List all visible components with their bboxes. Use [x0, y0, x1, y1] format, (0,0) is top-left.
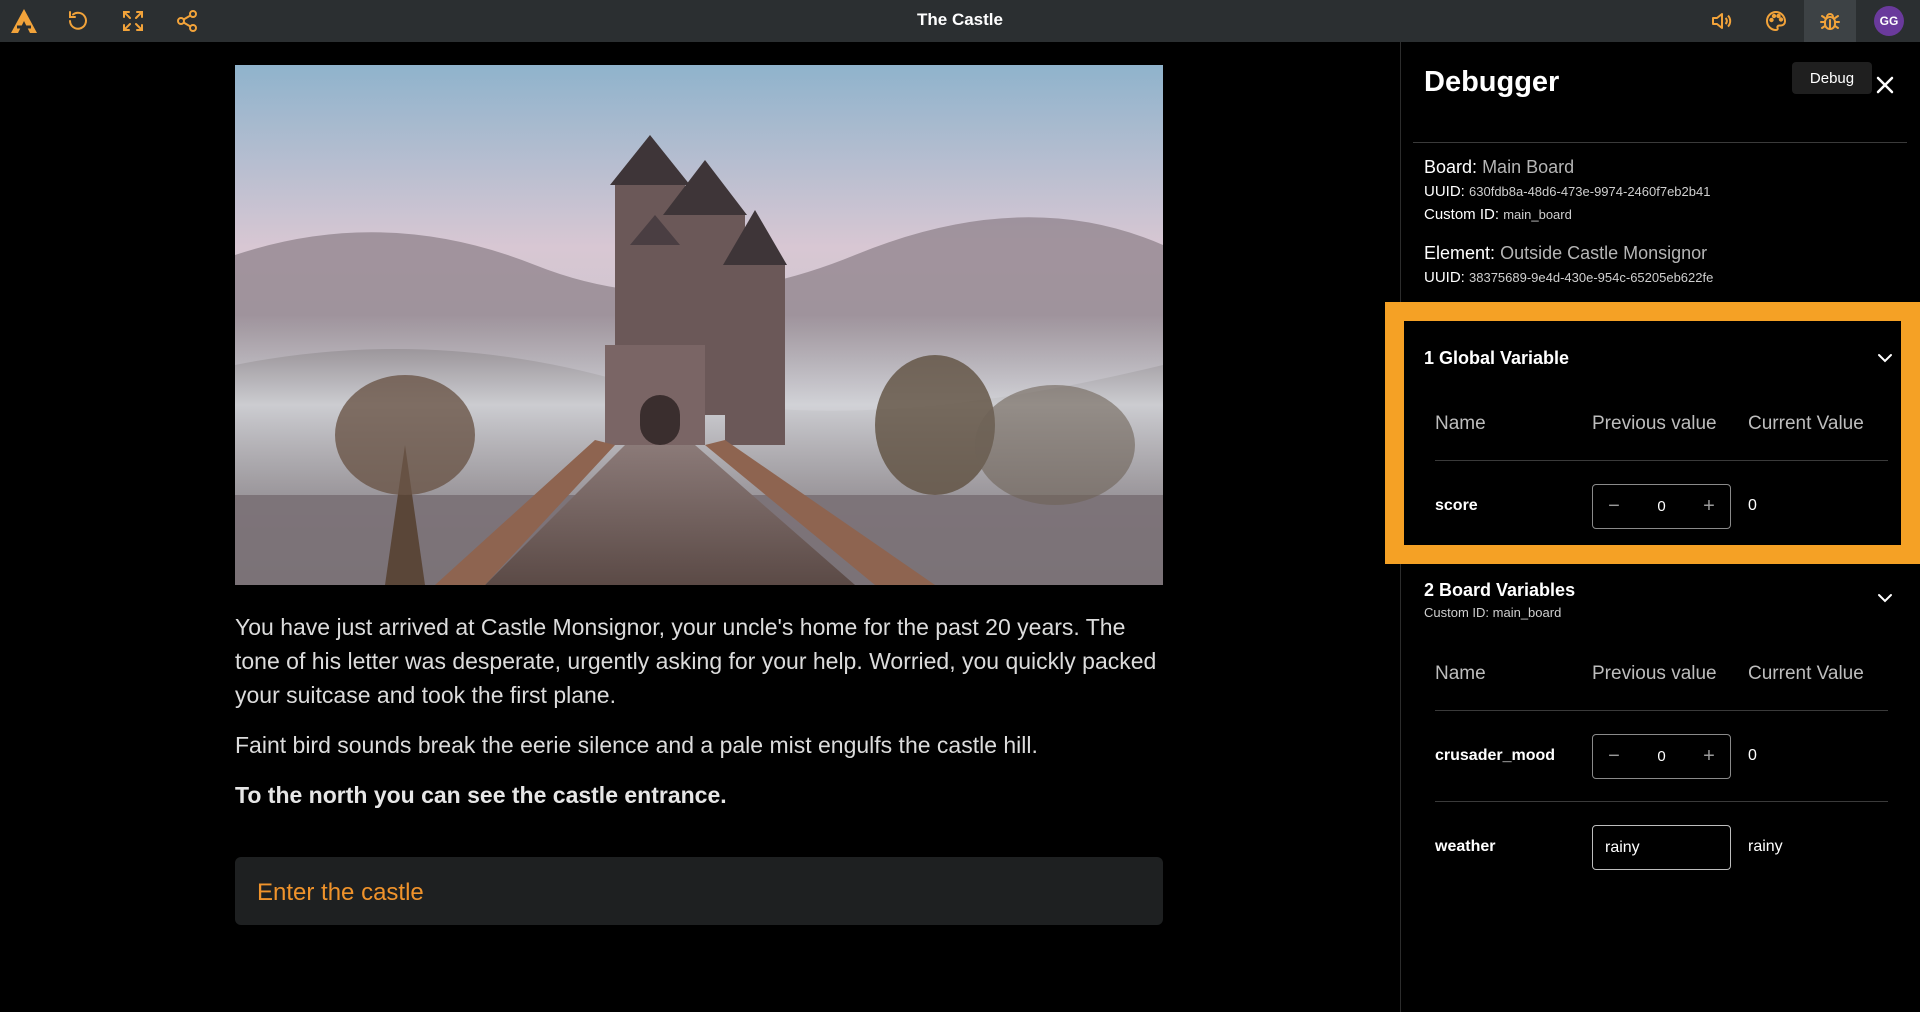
variable-name: weather — [1435, 838, 1496, 855]
close-icon[interactable] — [1870, 70, 1900, 100]
share-icon[interactable] — [167, 0, 207, 42]
choice-enter-castle[interactable]: Enter the castle — [235, 857, 1163, 925]
palette-icon[interactable] — [1756, 0, 1796, 42]
board-uuid: UUID: 630fdb8a-48d6-473e-9974-2460f7eb2b… — [1424, 183, 1711, 200]
story-paragraph-bold: To the north you can see the castle entr… — [235, 782, 727, 808]
column-current: Current Value — [1748, 413, 1864, 434]
board-variables-custom-id: Custom ID: main_board — [1424, 605, 1562, 620]
element-info: Element: Outside Castle Monsignor — [1424, 243, 1708, 263]
column-previous: Previous value — [1592, 413, 1717, 434]
column-name: Name — [1435, 663, 1486, 684]
current-value: rainy — [1748, 838, 1783, 855]
minus-icon[interactable]: − — [1605, 495, 1623, 518]
fullscreen-icon[interactable] — [113, 0, 153, 42]
debugger-title: Debugger — [1424, 66, 1560, 98]
element-uuid: UUID: 38375689-9e4d-430e-954c-65205eb622… — [1424, 269, 1714, 286]
page-title: The Castle — [917, 10, 1003, 29]
weather-input[interactable] — [1592, 825, 1731, 870]
divider — [1413, 142, 1907, 143]
column-current: Current Value — [1748, 663, 1864, 684]
top-bar: The Castle GG — [0, 0, 1920, 42]
debug-tooltip: Debug — [1792, 62, 1872, 94]
column-name: Name — [1435, 413, 1486, 434]
board-info: Board: Main Board — [1424, 157, 1575, 177]
current-value: 0 — [1748, 497, 1757, 514]
logo-icon[interactable] — [4, 0, 44, 42]
stepper-value: 0 — [1657, 748, 1666, 765]
minus-icon[interactable]: − — [1605, 745, 1623, 768]
divider — [1435, 801, 1888, 802]
stepper-value: 0 — [1657, 498, 1666, 515]
chevron-down-icon[interactable] — [1874, 347, 1896, 369]
variable-name: score — [1435, 497, 1478, 514]
story-paragraph: You have just arrived at Castle Monsigno… — [235, 614, 1157, 708]
variable-name: crusader_mood — [1435, 747, 1556, 764]
column-previous: Previous value — [1592, 663, 1717, 684]
plus-icon[interactable]: + — [1700, 495, 1718, 518]
divider — [1435, 460, 1888, 461]
crusader-mood-stepper[interactable]: − 0 + — [1592, 734, 1731, 779]
current-value: 0 — [1748, 747, 1757, 764]
global-variables-title[interactable]: 1 Global Variable — [1424, 348, 1569, 369]
plus-icon[interactable]: + — [1700, 745, 1718, 768]
score-stepper[interactable]: − 0 + — [1592, 484, 1731, 529]
story-text: You have just arrived at Castle Monsigno… — [235, 610, 1163, 828]
chevron-down-icon[interactable] — [1874, 587, 1896, 609]
castle-image — [235, 65, 1163, 585]
restart-icon[interactable] — [58, 0, 98, 42]
volume-icon[interactable] — [1702, 0, 1742, 42]
avatar[interactable]: GG — [1874, 6, 1904, 36]
bug-icon[interactable] — [1804, 0, 1856, 42]
divider — [1435, 710, 1888, 711]
board-variables-title[interactable]: 2 Board Variables — [1424, 580, 1575, 601]
board-custom-id: Custom ID: main_board — [1424, 206, 1572, 223]
story-paragraph: Faint bird sounds break the eerie silenc… — [235, 732, 1038, 758]
